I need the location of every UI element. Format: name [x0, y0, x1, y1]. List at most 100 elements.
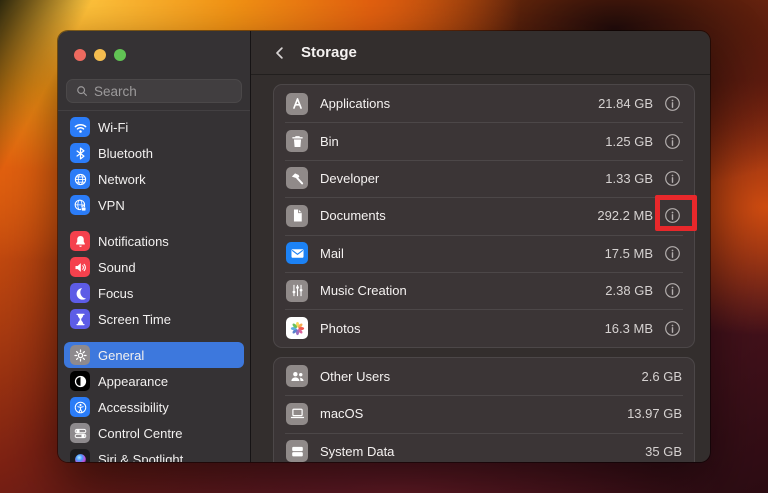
storage-size-value: 13.97 GB: [627, 406, 682, 422]
window-controls: [58, 31, 250, 61]
sidebar-item-screen-time[interactable]: Screen Time: [64, 306, 244, 332]
envelope-icon: [286, 242, 308, 265]
search-placeholder: Search: [94, 83, 137, 99]
sidebar-item-general[interactable]: General: [64, 342, 244, 369]
storage-row-other-users: Other Users 2.6 GB: [274, 358, 694, 395]
moon-icon: [70, 283, 90, 304]
storage-category-label: Music Creation: [320, 283, 407, 299]
storage-category-label: Developer: [320, 170, 380, 186]
users-icon: [286, 365, 308, 388]
close-button[interactable]: [74, 49, 86, 61]
storage-category-label: Other Users: [320, 368, 391, 384]
highlight-annotation: [655, 195, 697, 231]
sidebar-item-label: General: [98, 347, 145, 363]
info-icon[interactable]: [663, 244, 682, 263]
bluetooth-icon: [70, 143, 90, 164]
contrast-icon: [70, 371, 90, 392]
pinwheel-icon: [286, 317, 308, 340]
sidebar-nav: Wi-Fi Bluetooth Network VPN Notifications Sou…: [58, 111, 250, 462]
sidebar-item-label: Network: [98, 171, 146, 187]
storage-size-value: 35 GB: [645, 443, 682, 459]
storage-row-macos: macOS 13.97 GB: [274, 395, 694, 432]
siri-icon: [70, 449, 90, 462]
storage-size-value: 2.6 GB: [641, 368, 682, 384]
laptop-icon: [286, 402, 308, 425]
sidebar-item-label: VPN: [98, 197, 125, 213]
sidebar-item-label: Sound: [98, 259, 136, 275]
sidebar-item-label: Accessibility: [98, 399, 169, 415]
trash-icon: [286, 130, 308, 153]
sliders-icon: [286, 279, 308, 302]
storage-card: Other Users 2.6 GB macOS 13.97 GB System Dat…: [273, 356, 695, 462]
document-icon: [286, 204, 308, 227]
sidebar-item-label: Notifications: [98, 233, 169, 249]
sidebar-item-bluetooth[interactable]: Bluetooth: [64, 140, 244, 166]
desktop-wallpaper: Search Wi-Fi Bluetooth Network VPN Notificat…: [0, 0, 768, 493]
sidebar-item-wi-fi[interactable]: Wi-Fi: [64, 114, 244, 140]
sidebar-item-label: Siri & Spotlight: [98, 451, 184, 462]
storage-size-value: 16.3 MB: [604, 320, 653, 336]
sidebar-item-notifications[interactable]: Notifications: [64, 228, 244, 254]
sidebar-item-label: Control Centre: [98, 425, 183, 441]
storage-row-applications: Applications 21.84 GB: [274, 85, 694, 122]
speaker-icon: [70, 257, 90, 278]
vpn-icon: [70, 195, 90, 216]
storage-category-label: Documents: [320, 208, 386, 224]
storage-card: Applications 21.84 GB Bin 1.25 GB Developer 1…: [273, 84, 695, 348]
storage-category-label: System Data: [320, 443, 395, 459]
storage-size-value: 292.2 MB: [597, 208, 653, 224]
hammer-icon: [286, 167, 308, 190]
storage-category-label: Mail: [320, 245, 344, 261]
zoom-button[interactable]: [114, 49, 126, 61]
sidebar-group: Wi-Fi Bluetooth Network VPN: [58, 114, 250, 218]
search-icon: [75, 84, 89, 98]
storage-category-label: Photos: [320, 320, 361, 336]
sidebar-item-appearance[interactable]: Appearance: [64, 368, 244, 394]
storage-row-mail: Mail 17.5 MB: [274, 234, 694, 272]
minimize-button[interactable]: [94, 49, 106, 61]
drives-icon: [286, 440, 308, 462]
bell-icon: [70, 231, 90, 252]
storage-category-label: macOS: [320, 406, 364, 422]
storage-content: Applications 21.84 GB Bin 1.25 GB Developer 1…: [251, 75, 710, 462]
sidebar-item-network[interactable]: Network: [64, 166, 244, 192]
storage-category-label: Bin: [320, 133, 339, 149]
page-title: Storage: [301, 44, 357, 61]
letter-a-icon: [286, 92, 308, 115]
sidebar: Search Wi-Fi Bluetooth Network VPN Notificat…: [58, 31, 251, 462]
gear-icon: [70, 345, 90, 366]
info-icon[interactable]: [663, 132, 682, 151]
sidebar-item-accessibility[interactable]: Accessibility: [64, 394, 244, 420]
storage-row-documents: Documents 292.2 MB: [274, 197, 694, 234]
sidebar-item-sound[interactable]: Sound: [64, 254, 244, 280]
sidebar-item-focus[interactable]: Focus: [64, 280, 244, 306]
info-icon[interactable]: [663, 169, 682, 188]
storage-size-value: 1.33 GB: [605, 170, 653, 186]
sidebar-item-vpn[interactable]: VPN: [64, 192, 244, 218]
sidebar-item-siri-spotlight[interactable]: Siri & Spotlight: [64, 446, 244, 462]
storage-size-value: 17.5 MB: [604, 245, 653, 261]
search-input[interactable]: Search: [66, 79, 242, 104]
toggles-icon: [70, 423, 90, 444]
storage-size-value: 21.84 GB: [598, 96, 653, 112]
storage-row-bin: Bin 1.25 GB: [274, 122, 694, 159]
sidebar-item-control-centre[interactable]: Control Centre: [64, 420, 244, 446]
sidebar-item-label: Screen Time: [98, 311, 171, 327]
storage-panel: Storage Applications 21.84 GB Bin 1.25 GB De…: [251, 31, 710, 462]
back-button[interactable]: [271, 42, 291, 64]
system-settings-window: Search Wi-Fi Bluetooth Network VPN Notificat…: [58, 31, 710, 462]
storage-category-label: Applications: [320, 96, 391, 112]
info-icon[interactable]: [663, 319, 682, 338]
sidebar-item-label: Appearance: [98, 373, 169, 389]
storage-size-value: 2.38 GB: [605, 283, 653, 299]
info-icon[interactable]: [663, 281, 682, 300]
info-icon[interactable]: [663, 94, 682, 113]
wifi-icon: [70, 117, 90, 138]
sidebar-item-label: Focus: [98, 285, 134, 301]
globe-icon: [70, 169, 90, 190]
panel-header: Storage: [251, 31, 710, 75]
hourglass-icon: [70, 309, 90, 330]
accessibility-icon: [70, 397, 90, 418]
storage-row-developer: Developer 1.33 GB: [274, 159, 694, 197]
sidebar-item-label: Bluetooth: [98, 145, 153, 161]
